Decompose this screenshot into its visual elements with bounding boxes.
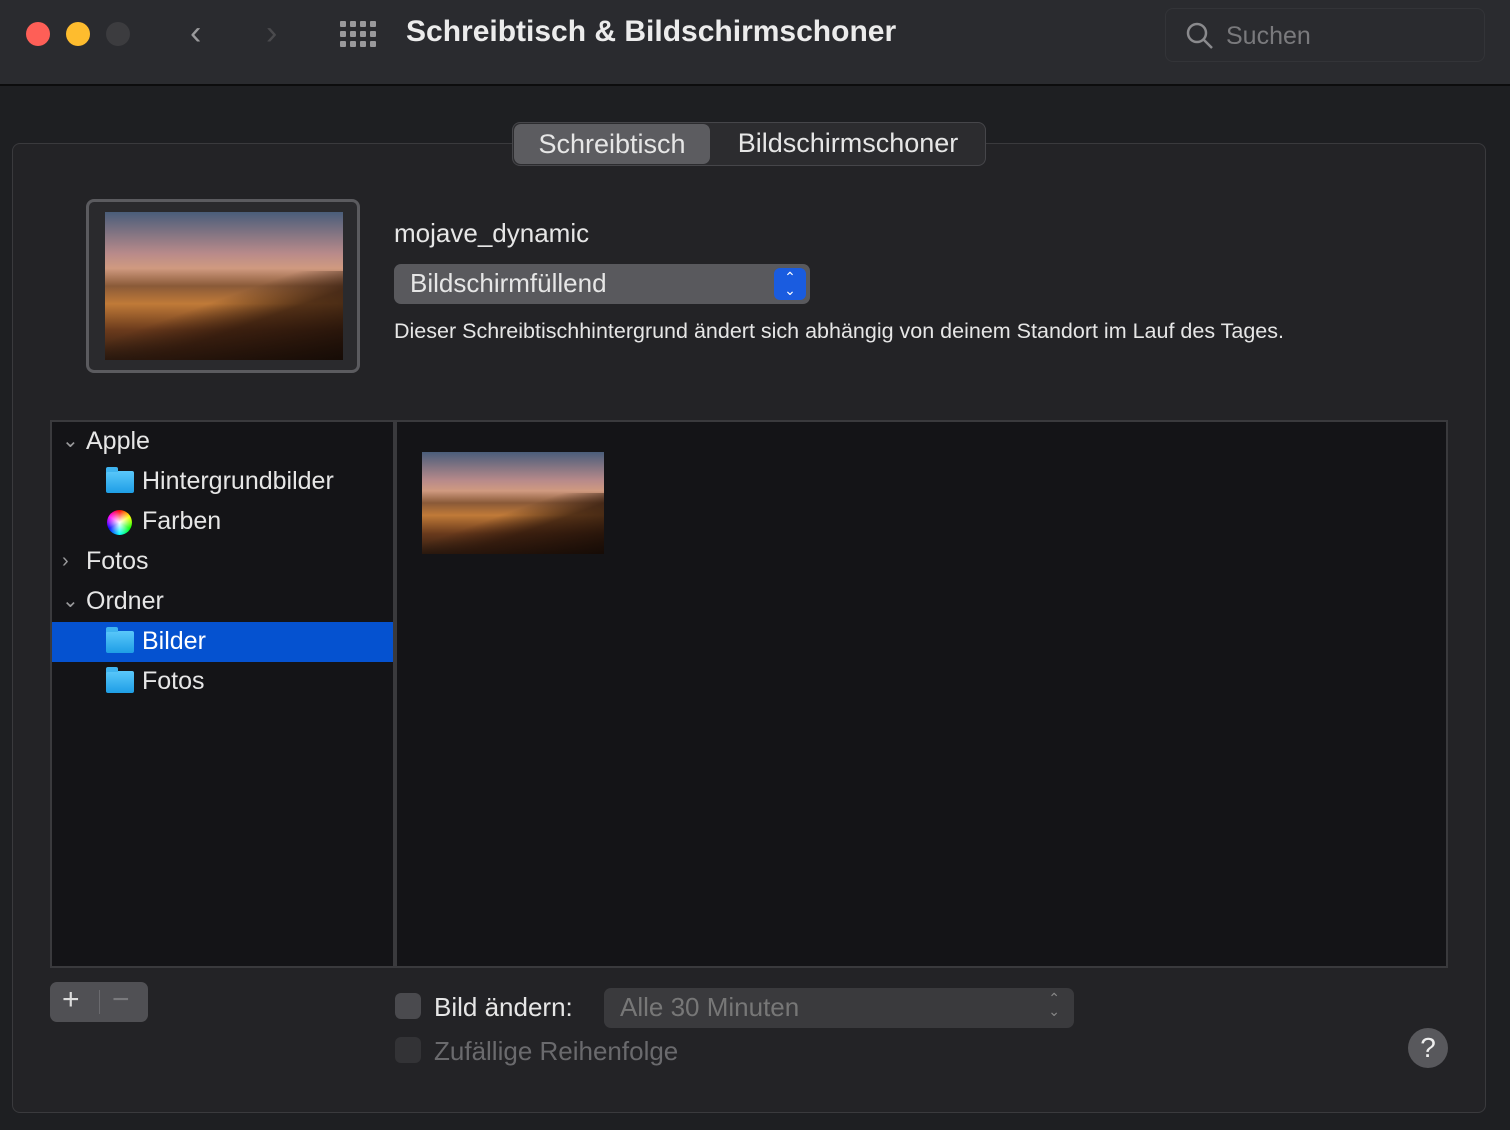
add-button[interactable]: +	[62, 983, 80, 1017]
minimize-button[interactable]	[66, 22, 90, 46]
remove-button[interactable]: −	[112, 983, 130, 1017]
random-order-label: Zufällige Reihenfolge	[434, 1036, 679, 1066]
forward-icon[interactable]: ›	[266, 14, 277, 53]
zoom-button[interactable]	[106, 22, 130, 46]
tab-bar: Schreibtisch Bildschirmschoner	[512, 122, 986, 166]
help-button[interactable]: ?	[1408, 1028, 1448, 1068]
image-grid	[395, 420, 1448, 968]
sidebar-group-ordner[interactable]: ⌄ Ordner	[52, 582, 393, 622]
wallpaper-image	[105, 212, 343, 360]
chevron-down-icon[interactable]: ⌄	[62, 582, 79, 620]
interval-value: Alle 30 Minuten	[620, 992, 800, 1022]
title-bar: ‹ › Schreibtisch & Bildschirmschoner Suc…	[0, 0, 1510, 86]
source-list: ⌄ Apple Hintergrundbilder Farben › Fotos ⌄…	[50, 420, 395, 968]
fit-value: Bildschirmfüllend	[410, 268, 607, 298]
search-input[interactable]: Suchen	[1165, 8, 1485, 62]
tab-bildschirmschoner[interactable]: Bildschirmschoner	[711, 123, 985, 165]
chevron-updown-icon: ⌃ ⌄	[1048, 990, 1060, 1019]
sidebar-item-label: Farben	[142, 507, 222, 535]
show-all-grid-icon[interactable]	[340, 21, 376, 47]
chevron-down-icon[interactable]: ⌄	[62, 422, 79, 460]
color-wheel-icon	[107, 510, 132, 535]
sidebar-item-bilder[interactable]: Bilder	[52, 622, 393, 662]
change-picture-checkbox[interactable]	[395, 993, 421, 1019]
back-icon[interactable]: ‹	[190, 14, 201, 53]
sidebar-item-label: Hintergrundbilder	[142, 467, 334, 495]
search-icon	[1186, 22, 1213, 49]
search-placeholder: Suchen	[1226, 22, 1311, 50]
wallpaper-description: Dieser Schreibtischhintergrund ändert si…	[394, 319, 1284, 343]
sidebar-item-label: Fotos	[86, 547, 149, 575]
tab-schreibtisch[interactable]: Schreibtisch	[514, 124, 710, 164]
chevron-right-icon[interactable]: ›	[62, 542, 69, 580]
close-button[interactable]	[26, 22, 50, 46]
fit-select[interactable]: Bildschirmfüllend ⌃ ⌄	[394, 264, 810, 304]
sidebar-item-label: Fotos	[142, 667, 205, 695]
sidebar-item-farben[interactable]: Farben	[52, 502, 393, 542]
random-order-checkbox[interactable]	[395, 1037, 421, 1063]
change-picture-label: Bild ändern:	[434, 992, 573, 1022]
sidebar-item-fotos-folder[interactable]: Fotos	[52, 662, 393, 702]
wallpaper-name: mojave_dynamic	[394, 218, 590, 248]
sidebar-group-fotos[interactable]: › Fotos	[52, 542, 393, 582]
sidebar-item-label: Bilder	[142, 627, 206, 655]
interval-select[interactable]: Alle 30 Minuten ⌃ ⌄	[604, 988, 1074, 1028]
add-remove-control: + −	[50, 982, 148, 1022]
sidebar-item-hintergrundbilder[interactable]: Hintergrundbilder	[52, 462, 393, 502]
divider	[99, 990, 100, 1014]
wallpaper-preview	[86, 199, 360, 373]
sidebar-group-apple[interactable]: ⌄ Apple	[52, 422, 393, 462]
folder-icon	[106, 667, 134, 693]
sidebar-item-label: Ordner	[86, 587, 164, 615]
chevron-updown-icon: ⌃ ⌄	[774, 268, 806, 300]
sidebar-item-label: Apple	[86, 427, 150, 455]
pictures-folder-icon	[106, 627, 134, 653]
folder-icon	[106, 467, 134, 493]
window-title: Schreibtisch & Bildschirmschoner	[406, 15, 897, 48]
wallpaper-thumbnail[interactable]	[422, 452, 604, 554]
